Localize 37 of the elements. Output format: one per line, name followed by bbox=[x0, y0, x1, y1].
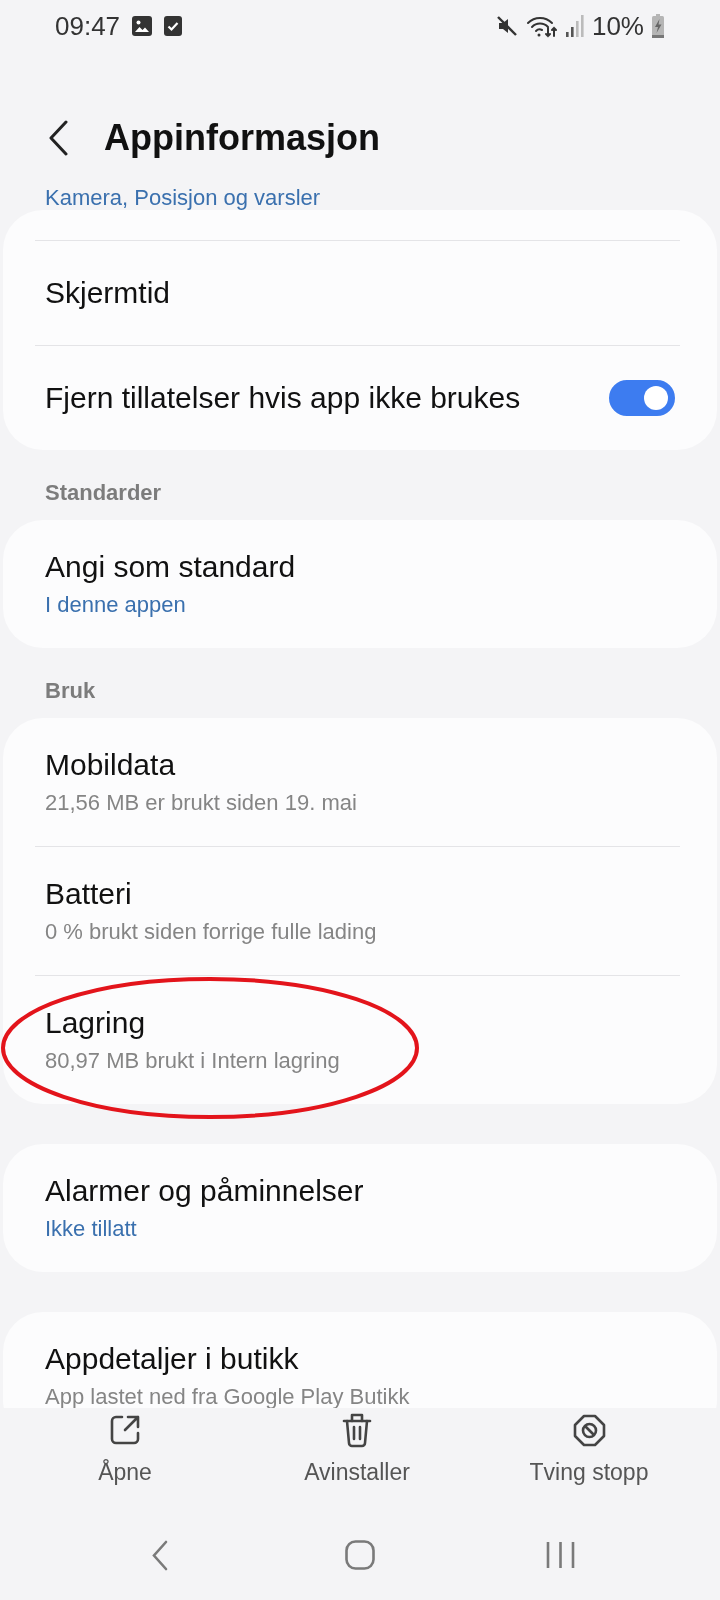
page-title: Appinformasjon bbox=[104, 118, 380, 158]
setting-title[interactable]: Angi som standard bbox=[45, 549, 296, 585]
wifi-icon bbox=[525, 14, 558, 38]
setting-subtitle: 0 % brukt siden forrige fulle lading bbox=[45, 918, 377, 946]
setting-subtitle: 80,97 MB brukt i Intern lagring bbox=[45, 1047, 340, 1075]
setting-subtitle: I denne appen bbox=[45, 591, 186, 619]
battery-charging-icon bbox=[652, 14, 664, 38]
setting-title[interactable]: Mobildata bbox=[45, 747, 176, 783]
setting-subtitle: Kamera, Posisjon og varsler bbox=[45, 186, 321, 210]
setting-title[interactable]: Appdetaljer i butikk bbox=[45, 1341, 299, 1377]
uninstall-button[interactable]: Avinstaller bbox=[304, 1412, 410, 1486]
external-link-icon bbox=[109, 1414, 141, 1446]
setting-title[interactable]: Lagring bbox=[45, 1005, 146, 1041]
back-nav-icon[interactable] bbox=[152, 1539, 168, 1571]
recents-icon[interactable] bbox=[545, 1541, 575, 1569]
back-icon[interactable] bbox=[48, 120, 68, 156]
open-button[interactable]: Åpne bbox=[98, 1412, 152, 1486]
section-heading: Standarder bbox=[44, 479, 163, 507]
section-heading: Bruk bbox=[44, 677, 97, 705]
setting-title[interactable]: Fjern tillatelser hvis app ikke brukes bbox=[45, 380, 521, 416]
octagon-stop-icon bbox=[572, 1413, 606, 1447]
setting-title[interactable]: Skjermtid bbox=[45, 275, 171, 311]
toggle-switch[interactable] bbox=[609, 380, 675, 416]
status-time: 09:47 bbox=[55, 11, 121, 41]
home-icon[interactable] bbox=[345, 1540, 375, 1570]
setting-subtitle: 21,56 MB er brukt siden 19. mai bbox=[45, 789, 357, 817]
trash-icon bbox=[342, 1412, 372, 1448]
signal-icon bbox=[565, 15, 584, 37]
setting-subtitle: App lastet ned fra Google Play Butikk bbox=[45, 1383, 410, 1408]
check-square-icon bbox=[164, 16, 183, 36]
setting-title[interactable]: Batteri bbox=[45, 876, 132, 912]
force-stop-button[interactable]: Tving stopp bbox=[529, 1412, 649, 1486]
battery-percent: 10% bbox=[591, 11, 644, 41]
image-icon bbox=[132, 16, 153, 36]
setting-title[interactable]: Alarmer og påminnelser bbox=[45, 1173, 364, 1209]
setting-subtitle: Ikke tillatt bbox=[45, 1215, 137, 1243]
mute-icon bbox=[495, 15, 518, 37]
